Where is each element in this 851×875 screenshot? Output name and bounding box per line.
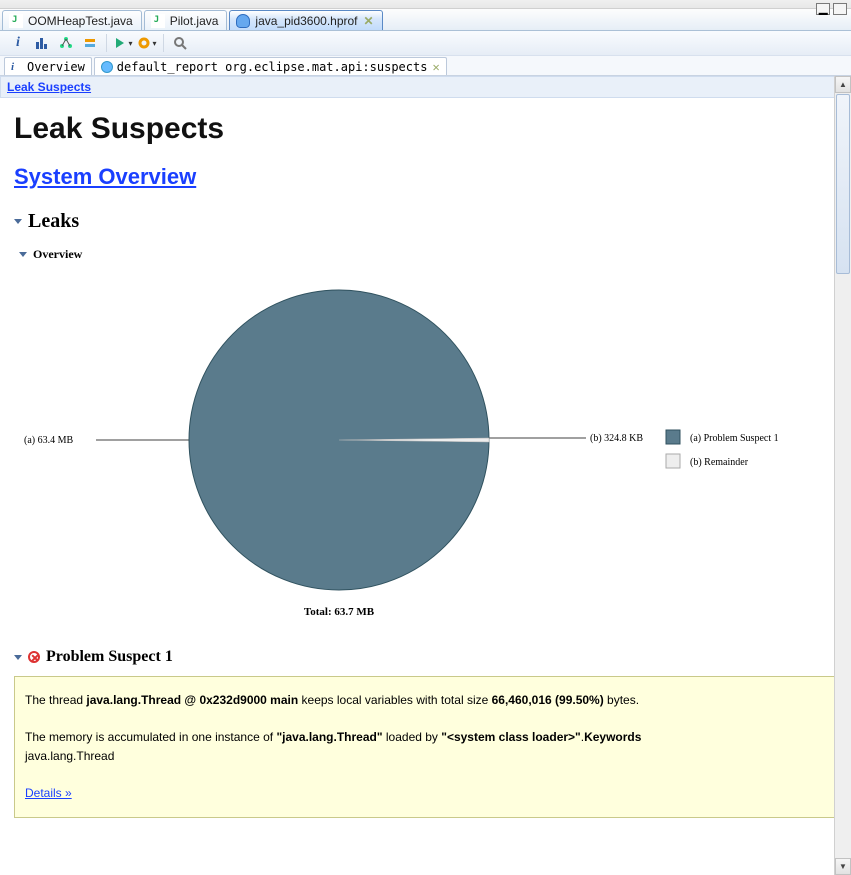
expand-icon: [14, 219, 22, 224]
legend-b: (b) Remainder: [690, 457, 749, 468]
maximize-icon[interactable]: [833, 3, 847, 15]
system-overview-link[interactable]: System Overview: [14, 164, 196, 190]
slice-label-b: (b) 324.8 KB: [590, 433, 643, 444]
close-icon[interactable]: ✕: [364, 14, 374, 28]
page-title: Leak Suspects: [14, 112, 837, 146]
suspect-line-2: The memory is accumulated in one instanc…: [25, 728, 826, 765]
minimize-icon[interactable]: ▁: [816, 3, 830, 15]
scroll-thumb[interactable]: [836, 94, 850, 274]
scroll-down-button[interactable]: ▼: [835, 858, 851, 875]
heap-dump-icon: [236, 14, 250, 28]
section-heading: Overview: [33, 247, 82, 262]
window-controls: ▁: [816, 0, 847, 18]
gear-icon: [137, 36, 151, 50]
toolbar-separator: [106, 34, 107, 52]
report-tab-row: i Overview default_report org.eclipse.ma…: [0, 56, 851, 76]
query-browser-button[interactable]: [137, 33, 157, 53]
breadcrumb-link[interactable]: Leak Suspects: [7, 80, 91, 94]
breadcrumb: Leak Suspects: [0, 76, 851, 98]
editor-tab-pilot[interactable]: Pilot.java: [144, 10, 228, 30]
search-icon: [173, 36, 187, 50]
pie-chart: (a) 63.4 MB (b) 324.8 KB (a) Problem Sus…: [14, 270, 837, 630]
editor-tab-oomheaptest[interactable]: OOMHeapTest.java: [2, 10, 142, 30]
section-leaks[interactable]: Leaks: [14, 210, 837, 233]
expand-icon: [19, 252, 27, 257]
chart-total: Total: 63.7 MB: [304, 606, 375, 618]
oql-icon: [83, 36, 97, 50]
details-link[interactable]: Details »: [25, 786, 72, 800]
oql-button[interactable]: [80, 33, 100, 53]
section-overview[interactable]: Overview: [19, 247, 837, 262]
error-icon: [28, 651, 40, 663]
report-tab-overview[interactable]: i Overview: [4, 57, 92, 75]
editor-tab-label: java_pid3600.hprof: [255, 14, 357, 28]
editor-tab-label: Pilot.java: [170, 14, 219, 28]
info-icon: i: [11, 61, 23, 73]
mat-toolbar: i: [0, 31, 851, 56]
section-problem-suspect[interactable]: Problem Suspect 1: [14, 648, 837, 666]
report-content: Leak Suspects Leak Suspects System Overv…: [0, 76, 851, 875]
vertical-scrollbar[interactable]: ▲ ▼: [834, 76, 851, 875]
report-tab-label: default_report org.eclipse.mat.api:suspe…: [117, 60, 428, 74]
editor-tab-row: OOMHeapTest.java Pilot.java java_pid3600…: [0, 9, 851, 31]
tree-icon: [59, 36, 73, 50]
histogram-button[interactable]: [32, 33, 52, 53]
toolbar-separator: [163, 34, 164, 52]
editor-tab-label: OOMHeapTest.java: [28, 14, 133, 28]
close-icon[interactable]: ✕: [432, 60, 439, 74]
report-icon: [101, 61, 113, 73]
legend-a: (a) Problem Suspect 1: [690, 433, 779, 444]
run-icon: [113, 36, 127, 50]
java-file-icon: [151, 14, 165, 28]
dominator-tree-button[interactable]: [56, 33, 76, 53]
section-heading: Leaks: [28, 210, 79, 233]
histogram-icon: [35, 36, 49, 50]
editor-tab-hprof[interactable]: java_pid3600.hprof ✕: [229, 10, 382, 30]
report-tab-label: Overview: [27, 60, 85, 74]
overview-button[interactable]: i: [8, 33, 28, 53]
thread-overview-button[interactable]: [113, 33, 133, 53]
section-heading: Problem Suspect 1: [46, 648, 173, 666]
find-button[interactable]: [170, 33, 190, 53]
report-tab-suspects[interactable]: default_report org.eclipse.mat.api:suspe…: [94, 57, 447, 75]
expand-icon: [14, 655, 22, 660]
java-file-icon: [9, 14, 23, 28]
suspect-line-1: The thread java.lang.Thread @ 0x232d9000…: [25, 691, 826, 710]
slice-label-a: (a) 63.4 MB: [24, 435, 73, 446]
scroll-up-button[interactable]: ▲: [835, 76, 851, 93]
suspect-details-box: The thread java.lang.Thread @ 0x232d9000…: [14, 676, 837, 818]
window-titlebar: [0, 0, 851, 9]
